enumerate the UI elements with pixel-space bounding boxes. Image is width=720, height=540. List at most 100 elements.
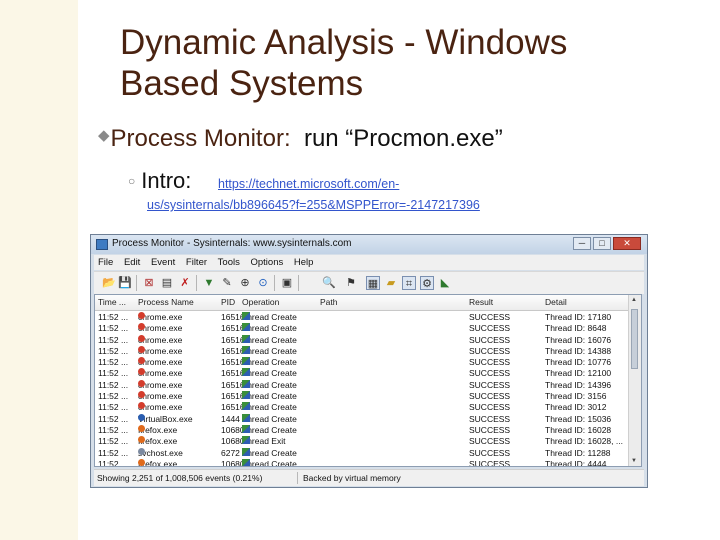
cell-time-text: 11:52 ... <box>98 323 129 334</box>
cell-time-text: 11:52 ... <box>98 458 129 467</box>
thread-operation-icon <box>242 312 250 320</box>
menu-tools[interactable]: Tools <box>214 255 244 268</box>
bullet-label: Process Monitor: <box>110 125 291 152</box>
table-row[interactable]: 11:52 ... firefox.exe 10680 Thread Exit SUCC… <box>95 436 641 447</box>
include-process-icon[interactable]: ⊕ <box>238 276 252 290</box>
capture-icon[interactable]: ⊠ <box>142 276 156 290</box>
thread-operation-icon <box>242 379 250 388</box>
table-row[interactable]: 11:52 ... chrome.exe 16516 Thread Create SUC… <box>95 391 641 402</box>
network-activity-icon[interactable]: ⌗ <box>402 276 416 290</box>
menu-edit[interactable]: Edit <box>120 255 144 268</box>
table-row[interactable]: 11:52 ... chrome.exe 16516 Thread Create SUC… <box>95 379 641 391</box>
col-header-result[interactable]: Result <box>469 297 493 307</box>
table-row[interactable]: 11:52 ... chrome.exe 16516 Thread Create SUC… <box>95 334 641 346</box>
cell-detail: Thread ID: 14388 <box>545 346 611 357</box>
scroll-up-icon[interactable]: ▲ <box>631 297 637 303</box>
toolbar-separator <box>196 275 197 291</box>
open-icon[interactable]: 📂 <box>102 276 116 290</box>
cell-time-text: 11:52 ... <box>98 391 129 402</box>
table-row[interactable]: 11:52 ... chrome.exe 16516 Thread Create SUC… <box>95 323 641 334</box>
process-tree-icon[interactable]: ⚑ <box>344 276 358 290</box>
minimize-button[interactable]: ─ <box>573 237 591 250</box>
highlight-icon[interactable]: ✎ <box>220 276 234 290</box>
menu-options[interactable]: Options <box>247 255 288 268</box>
cell-time: 11:52 ... <box>98 402 128 413</box>
cell-result: SUCCESS <box>469 448 510 459</box>
thread-operation-icon <box>242 345 250 354</box>
intro-link-line2[interactable]: us/sysinternals/bb896645?f=255&MSPPError… <box>147 198 480 212</box>
col-header-operation[interactable]: Operation <box>242 297 279 307</box>
cell-process: VirtualBox.exe <box>138 413 193 425</box>
menu-file[interactable]: File <box>94 255 117 268</box>
menu-event[interactable]: Event <box>147 255 179 268</box>
cell-process: chrome.exe <box>138 334 182 346</box>
cell-detail-text: Thread ID: 4444 <box>545 458 607 467</box>
cell-operation: Thread Create <box>242 323 297 334</box>
close-button[interactable]: ✕ <box>613 237 641 250</box>
process-activity-icon[interactable]: ⚙ <box>420 276 434 290</box>
cell-result: SUCCESS <box>469 425 510 436</box>
thread-operation-icon <box>242 424 250 433</box>
save-icon[interactable]: 💾 <box>118 276 132 290</box>
cell-detail: Thread ID: 8648 <box>545 323 606 334</box>
cell-process: firefox.exe <box>138 458 177 466</box>
file-activity-icon[interactable]: ▰ <box>384 276 398 290</box>
clear-icon[interactable]: ✗ <box>178 276 192 290</box>
vertical-scrollbar[interactable]: ▲ ▼ <box>628 295 641 466</box>
table-row[interactable]: 11:52 ... chrome.exe 16516 Thread Create SUC… <box>95 368 641 379</box>
slide-title-line1: Dynamic Analysis - Windows <box>120 23 568 62</box>
list-header: Time ... Process Name PID Operation Path… <box>95 295 641 311</box>
table-row[interactable]: 11:52 ... VirtualBox.exe 1444 Thread Create… <box>95 413 641 425</box>
cell-time-text: 11:52 ... <box>98 413 129 424</box>
cell-result-text: SUCCESS <box>469 424 511 435</box>
cell-time: 11:52 ... <box>98 448 128 459</box>
col-header-process[interactable]: Process Name <box>138 297 194 307</box>
table-row[interactable]: 11:52 ... chrome.exe 16516 Thread Create SUC… <box>95 402 641 413</box>
cell-time: 11:52 ... <box>98 425 128 436</box>
maximize-button[interactable]: □ <box>593 237 611 250</box>
cell-result-text: SUCCESS <box>469 357 511 368</box>
cell-operation: Thread Create <box>242 447 297 459</box>
jump-icon[interactable]: ▣ <box>280 276 294 290</box>
col-header-detail[interactable]: Detail <box>545 297 567 307</box>
cell-result-text: SUCCESS <box>469 402 511 413</box>
scroll-thumb[interactable] <box>631 309 638 369</box>
menu-filter[interactable]: Filter <box>182 255 211 268</box>
cell-detail: Thread ID: 10776 <box>545 357 611 368</box>
cell-operation: Thread Create <box>242 391 297 402</box>
table-row[interactable]: 11:52 ... chrome.exe 16516 Thread Create SUC… <box>95 345 641 357</box>
cell-pid: 6272 <box>221 448 240 459</box>
table-row[interactable]: 11:52 ... firefox.exe 10680 Thread Create SU… <box>95 458 641 467</box>
window-titlebar[interactable]: Process Monitor - Sysinternals: www.sysi… <box>91 235 647 254</box>
registry-activity-icon[interactable]: ▦ <box>366 276 380 290</box>
cell-detail: Thread ID: 12100 <box>545 368 611 379</box>
chrome-process-icon <box>138 312 145 319</box>
intro-link-line1[interactable]: https://technet.microsoft.com/en- <box>218 177 399 191</box>
cell-operation-text: Thread Create <box>242 424 297 435</box>
table-row[interactable]: 11:52 ... svchost.exe 6272 Thread Create SUC… <box>95 447 641 459</box>
network-icon[interactable]: ⊙ <box>256 276 270 290</box>
chrome-process-icon <box>138 345 145 353</box>
col-header-pid[interactable]: PID <box>221 297 235 307</box>
cell-result-text: SUCCESS <box>469 323 511 334</box>
autoscroll-icon[interactable]: ▤ <box>160 276 174 290</box>
table-row[interactable]: 11:52 ... chrome.exe 16516 Thread Create SUC… <box>95 357 641 368</box>
table-row[interactable]: 11:52 ... firefox.exe 10680 Thread Create SU… <box>95 424 641 436</box>
cell-result: SUCCESS <box>469 335 510 346</box>
filter-icon[interactable]: ▼ <box>202 276 216 290</box>
menu-help[interactable]: Help <box>290 255 318 268</box>
chrome-process-icon <box>138 334 145 342</box>
thread-operation-icon <box>242 391 250 400</box>
cell-pid-text: 6272 <box>221 447 240 458</box>
cell-time: 11:52 ... <box>98 335 128 346</box>
col-header-path[interactable]: Path <box>320 297 338 307</box>
profiling-icon[interactable]: ◣ <box>438 276 452 290</box>
cell-result: SUCCESS <box>469 414 510 425</box>
find-icon[interactable]: 🔍 <box>322 276 336 290</box>
cell-detail: Thread ID: 3156 <box>545 391 606 402</box>
table-row[interactable]: 11:52 ... chrome.exe 16516 Thread Create SUC… <box>95 312 641 323</box>
cell-operation-text: Thread Create <box>242 323 297 334</box>
col-header-time[interactable]: Time ... <box>98 297 126 307</box>
menu-bar: File Edit Event Filter Tools Options Hel… <box>94 255 644 270</box>
scroll-down-icon[interactable]: ▼ <box>631 458 637 464</box>
